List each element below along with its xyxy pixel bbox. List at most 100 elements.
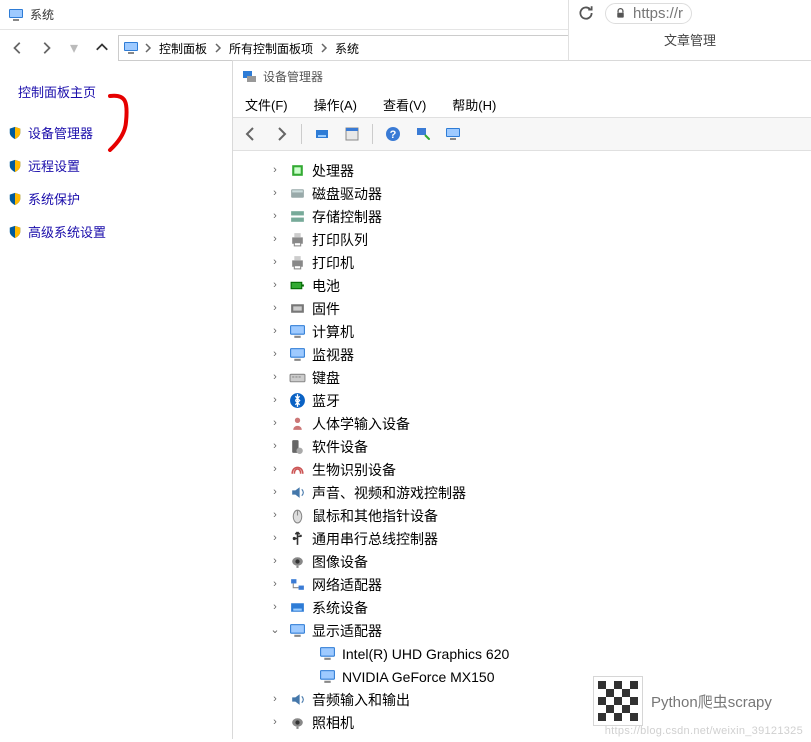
expand-icon[interactable]: › [267, 556, 283, 567]
expand-icon[interactable]: › [267, 349, 283, 360]
dm-title: 设备管理器 [263, 68, 323, 85]
menu-action[interactable]: 操作(A) [310, 93, 361, 116]
expand-icon[interactable]: › [267, 579, 283, 590]
task-advanced-settings[interactable]: 高级系统设置 [8, 222, 207, 241]
expand-icon[interactable]: › [267, 602, 283, 613]
expand-icon[interactable]: › [267, 372, 283, 383]
tree-node[interactable]: › 人体学输入设备 [239, 412, 805, 435]
tree-node[interactable]: ›磁盘驱动器 [239, 182, 805, 205]
tree-node[interactable]: ›键盘 [239, 366, 805, 389]
tb-back-button[interactable] [239, 122, 263, 146]
expand-icon[interactable]: › [267, 303, 283, 314]
expand-icon[interactable]: › [267, 188, 283, 199]
expand-icon[interactable]: › [267, 464, 283, 475]
cp-home-link[interactable]: 控制面板主页 [18, 82, 207, 101]
expand-icon[interactable]: › [267, 717, 283, 728]
menu-view[interactable]: 查看(V) [379, 93, 430, 116]
system-icon [8, 7, 24, 23]
expand-icon[interactable]: › [267, 211, 283, 222]
expand-icon[interactable]: › [267, 234, 283, 245]
wechat-watermark: Python爬虫scrapy [593, 671, 803, 731]
menu-help[interactable]: 帮助(H) [448, 93, 500, 116]
tree-node[interactable]: ›存储控制器 [239, 205, 805, 228]
task-system-protection[interactable]: 系统保护 [8, 189, 207, 208]
computer-icon [123, 40, 139, 56]
biometric-icon [289, 461, 306, 478]
expand-icon[interactable]: › [267, 395, 283, 406]
expand-icon[interactable]: › [267, 533, 283, 544]
nav-forward-button[interactable] [34, 36, 58, 60]
tree-node[interactable]: ›计算机 [239, 320, 805, 343]
breadcrumb-item[interactable]: 控制面板 [157, 40, 209, 57]
tree-node-label: 蓝牙 [312, 394, 340, 408]
expand-icon[interactable]: › [267, 257, 283, 268]
tb-scan-button[interactable] [411, 122, 435, 146]
tree-node[interactable]: › 电池 [239, 274, 805, 297]
tree-node[interactable]: ›网络适配器 [239, 573, 805, 596]
tree-node-label: 软件设备 [312, 440, 368, 454]
tree-node[interactable]: ›鼠标和其他指针设备 [239, 504, 805, 527]
tree-node[interactable]: ›处理器 [239, 159, 805, 182]
tree-node[interactable]: ›监视器 [239, 343, 805, 366]
device-tree[interactable]: ›处理器›磁盘驱动器›存储控制器›打印队列›打印机›电池›固件›计算机›监视器›… [233, 151, 811, 742]
tb-monitor-button[interactable] [441, 122, 465, 146]
tree-node[interactable]: › 蓝牙 [239, 389, 805, 412]
tb-show-hidden-button[interactable] [310, 122, 334, 146]
tree-node[interactable]: Intel(R) UHD Graphics 620 [239, 642, 805, 665]
task-device-manager[interactable]: 设备管理器 [8, 123, 207, 142]
shield-icon [8, 126, 22, 140]
tree-node[interactable]: ›通用串行总线控制器 [239, 527, 805, 550]
task-remote-settings[interactable]: 远程设置 [8, 156, 207, 175]
toolbar-separator [372, 124, 373, 144]
cp-window-title: 系统 [30, 6, 54, 23]
expand-icon[interactable]: › [267, 165, 283, 176]
chevron-right-icon[interactable] [143, 43, 153, 53]
breadcrumb-item[interactable]: 所有控制面板项 [227, 40, 315, 57]
tree-node[interactable]: ⌄显示适配器 [239, 619, 805, 642]
reload-icon[interactable] [577, 4, 595, 22]
nav-recent-dropdown[interactable]: ▾ [62, 36, 86, 60]
tree-node[interactable]: ›图像设备 [239, 550, 805, 573]
expand-icon[interactable]: › [267, 487, 283, 498]
network-icon [289, 576, 306, 593]
tree-node[interactable]: ›声音、视频和游戏控制器 [239, 481, 805, 504]
collapse-icon[interactable]: ⌄ [267, 625, 283, 636]
monitor-icon [289, 346, 306, 363]
nav-up-button[interactable] [90, 36, 114, 60]
tb-help-button[interactable] [381, 122, 405, 146]
keyboard-icon [289, 369, 306, 386]
chevron-right-icon[interactable] [319, 43, 329, 53]
tree-node[interactable]: ›系统设备 [239, 596, 805, 619]
dm-toolbar [233, 117, 811, 151]
expand-icon[interactable]: › [267, 510, 283, 521]
expand-icon[interactable]: › [267, 326, 283, 337]
tb-properties-button[interactable] [340, 122, 364, 146]
shield-icon [8, 225, 22, 239]
expand-icon[interactable]: › [267, 441, 283, 452]
tree-node[interactable]: ›生物识别设备 [239, 458, 805, 481]
expand-icon[interactable]: › [267, 418, 283, 429]
menu-file[interactable]: 文件(F) [241, 93, 292, 116]
tree-node[interactable]: › 打印队列 [239, 228, 805, 251]
tree-node-label: 电池 [312, 279, 340, 293]
expand-icon[interactable]: › [267, 694, 283, 705]
nav-back-button[interactable] [6, 36, 30, 60]
tree-node[interactable]: ›固件 [239, 297, 805, 320]
csdn-watermark: https://blog.csdn.net/weixin_39121325 [605, 725, 803, 737]
cp-tasks-pane: 控制面板主页 设备管理器 远程设置 系统保护 高级系统设置 [0, 66, 225, 271]
gpu-icon [319, 645, 336, 662]
mouse-icon [289, 507, 306, 524]
display-icon [289, 622, 306, 639]
tree-node[interactable]: ›打印机 [239, 251, 805, 274]
tree-node-label: 人体学输入设备 [312, 417, 410, 431]
expand-icon[interactable]: › [267, 280, 283, 291]
browser-tab-label[interactable]: 文章管理 [664, 30, 716, 49]
tb-forward-button[interactable] [269, 122, 293, 146]
url-text[interactable]: https://r [633, 5, 683, 22]
breadcrumb-item[interactable]: 系统 [333, 40, 361, 57]
hid-icon [289, 415, 306, 432]
tree-node-label: 打印队列 [312, 233, 368, 247]
tree-node[interactable]: › 软件设备 [239, 435, 805, 458]
imaging-icon [289, 553, 306, 570]
chevron-right-icon[interactable] [213, 43, 223, 53]
